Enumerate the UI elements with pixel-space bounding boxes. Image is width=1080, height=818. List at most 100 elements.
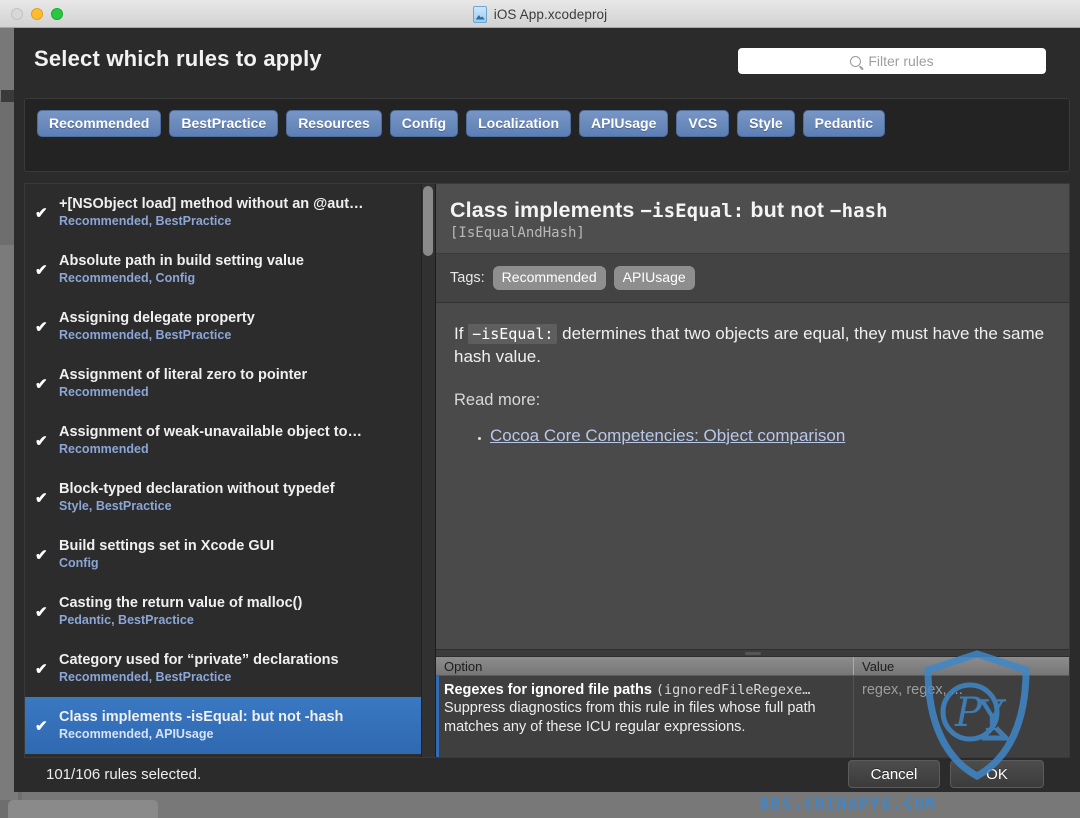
tag-filter-list: Recommended BestPractice Resources Config Lo…: [25, 99, 1069, 148]
rules-list-item-text: Casting the return value of malloc() Peda…: [59, 594, 302, 629]
rules-list-rows: ✔ +[NSObject load] method without an @aut…: [25, 184, 435, 757]
rules-list-scrollbar[interactable]: [421, 184, 435, 757]
tag-filter-config[interactable]: Config: [389, 110, 459, 137]
rule-title-code-2: −hash: [830, 200, 888, 222]
tag-filter-recommended[interactable]: Recommended: [37, 110, 162, 137]
rules-list-item-tags: Pedantic, BestPractice: [59, 613, 194, 628]
checkmark-icon[interactable]: ✔: [35, 204, 59, 222]
checkmark-icon[interactable]: ✔: [35, 489, 59, 507]
rules-list-item-partial[interactable]: [25, 754, 435, 757]
rule-description-paragraph: If −isEqual: determines that two objects…: [454, 323, 1051, 369]
rules-list-item-text: Build settings set in Xcode GUI Config: [59, 537, 274, 572]
tag-filter-apiusage[interactable]: APIUsage: [579, 110, 669, 137]
rule-title-code-1: −isEqual:: [640, 200, 745, 222]
description-prefix: If: [454, 323, 469, 343]
rules-list-item-tags: Recommended: [59, 385, 149, 400]
tag-filter-localization[interactable]: Localization: [466, 110, 572, 137]
rules-split-view: ✔ +[NSObject load] method without an @aut…: [24, 183, 1070, 758]
rules-list-item-text: Category used for “private” declarations…: [59, 651, 339, 686]
checkmark-icon[interactable]: ✔: [35, 717, 59, 735]
rules-list-item[interactable]: ✔ Absolute path in build setting value Rec…: [25, 241, 435, 298]
rule-detail-title: Class implements −isEqual: but not −hash: [450, 198, 1055, 223]
checkmark-icon[interactable]: ✔: [35, 261, 59, 279]
page-title: Select which rules to apply: [34, 46, 322, 71]
documentation-link[interactable]: Cocoa Core Competencies: Object comparis…: [490, 426, 845, 445]
rules-list-item-tags: Recommended, BestPractice: [59, 670, 232, 685]
checkmark-icon[interactable]: ✔: [35, 603, 59, 621]
rules-list-item[interactable]: ✔ Block-typed declaration without typedef…: [25, 469, 435, 526]
rule-options-table: Option Value Regexes for ignored file pa…: [436, 657, 1069, 757]
background-window-bottom-tab: [8, 800, 158, 818]
checkmark-icon[interactable]: ✔: [35, 318, 59, 336]
minimize-button-icon[interactable]: [31, 8, 43, 20]
checkmark-icon[interactable]: ✔: [35, 432, 59, 450]
rules-list-item-text: Assignment of literal zero to pointer Rec…: [59, 366, 307, 401]
rules-list-item[interactable]: ✔ Assignment of literal zero to pointer Re…: [25, 355, 435, 412]
rules-list-item-text: +[NSObject load] method without an @aut……: [59, 195, 364, 230]
window-title: iOS App.xcodeproj: [493, 6, 608, 22]
filter-rules-input[interactable]: Filter rules: [738, 48, 1046, 74]
rule-tag-recommended: Recommended: [492, 266, 606, 290]
rules-dialog: Select which rules to apply Filter rules…: [14, 28, 1080, 792]
tag-filter-bar: Recommended BestPractice Resources Config Lo…: [24, 98, 1070, 172]
checkmark-icon[interactable]: ✔: [35, 375, 59, 393]
rules-list-item-name: Assignment of weak-unavailable object to…: [59, 424, 362, 441]
checkmark-icon[interactable]: ✔: [35, 660, 59, 678]
option-value-cell[interactable]: regex, regex, ...: [853, 676, 1069, 757]
rules-list-item-text: Assigning delegate property Recommended, …: [59, 309, 255, 344]
option-title: Regexes for ignored file paths: [444, 682, 652, 698]
rules-list-item[interactable]: ✔ Class implements -isEqual: but not -has…: [25, 697, 435, 754]
rule-description: If −isEqual: determines that two objects…: [436, 302, 1069, 649]
dialog-footer: 101/106 rules selected. Cancel OK: [14, 758, 1080, 792]
tag-filter-bestpractice[interactable]: BestPractice: [169, 110, 279, 137]
search-icon: [850, 55, 862, 67]
window-controls[interactable]: [11, 8, 63, 20]
rules-list-item-name: Assigning delegate property: [59, 310, 255, 327]
tag-filter-resources[interactable]: Resources: [286, 110, 382, 137]
rules-list-item-text: Block-typed declaration without typedef S…: [59, 480, 335, 515]
checkmark-icon[interactable]: ✔: [35, 546, 59, 564]
rules-list-item-name: +[NSObject load] method without an @aut…: [59, 196, 364, 213]
table-row[interactable]: Regexes for ignored file paths (ignoredF…: [436, 676, 1069, 757]
column-header-option[interactable]: Option: [436, 657, 853, 675]
dialog-header: Select which rules to apply Filter rules: [14, 28, 1080, 90]
rules-selected-count: 101/106 rules selected.: [46, 766, 202, 783]
rules-list-item-name: Build settings set in Xcode GUI: [59, 538, 275, 555]
cancel-button[interactable]: Cancel: [848, 760, 940, 788]
rules-list-item-tags: Recommended, Config: [59, 271, 196, 286]
description-code: −isEqual:: [468, 323, 558, 344]
rule-tag-apiusage: APIUsage: [613, 266, 695, 290]
tag-filter-pedantic[interactable]: Pedantic: [802, 110, 885, 137]
filter-placeholder: Filter rules: [868, 53, 934, 69]
rules-list-item[interactable]: ✔ Category used for “private” declaration…: [25, 640, 435, 697]
rules-list[interactable]: ✔ +[NSObject load] method without an @aut…: [25, 184, 436, 757]
tag-filter-vcs[interactable]: VCS: [676, 110, 730, 137]
tags-label: Tags:: [450, 269, 485, 286]
rules-list-item[interactable]: ✔ Assigning delegate property Recommended,…: [25, 298, 435, 355]
rule-title-text-2: but not: [744, 198, 831, 222]
rules-list-item-name: Block-typed declaration without typedef: [59, 481, 335, 498]
rules-list-scroll-thumb[interactable]: [423, 186, 433, 256]
rules-list-item-name: Class implements -isEqual: but not -hash: [59, 709, 344, 726]
detail-options-splitter[interactable]: [436, 649, 1069, 657]
maximize-button-icon[interactable]: [51, 8, 63, 20]
rules-list-item-name: Category used for “private” declarations: [59, 652, 339, 669]
rules-list-item[interactable]: ✔ Build settings set in Xcode GUI Config: [25, 526, 435, 583]
rule-detail-header: Class implements −isEqual: but not −hash…: [436, 184, 1069, 254]
rules-list-item[interactable]: ✔ Assignment of weak-unavailable object t…: [25, 412, 435, 469]
read-more-links: Cocoa Core Competencies: Object comparis…: [454, 426, 1051, 446]
rules-list-item[interactable]: ✔ +[NSObject load] method without an @aut…: [25, 184, 435, 241]
rules-list-item-text: Class implements -isEqual: but not -hash…: [59, 708, 343, 743]
ok-button[interactable]: OK: [950, 760, 1044, 788]
rule-title-text-1: Class implements: [450, 198, 641, 222]
watermark-url: BBS.CHINAPYG.COM: [760, 795, 937, 813]
rules-list-item[interactable]: ✔ Casting the return value of malloc() Ped…: [25, 583, 435, 640]
tag-filter-style[interactable]: Style: [737, 110, 795, 137]
window-titlebar: iOS App.xcodeproj: [0, 0, 1080, 28]
column-header-value[interactable]: Value: [853, 657, 1069, 675]
rules-list-item-tags: Style, BestPractice: [59, 499, 172, 514]
rules-list-item-tags: Recommended, BestPractice: [59, 328, 232, 343]
options-table-header: Option Value: [436, 657, 1069, 676]
rules-list-item-text: Absolute path in build setting value Reco…: [59, 252, 304, 287]
close-button-icon[interactable]: [11, 8, 23, 20]
